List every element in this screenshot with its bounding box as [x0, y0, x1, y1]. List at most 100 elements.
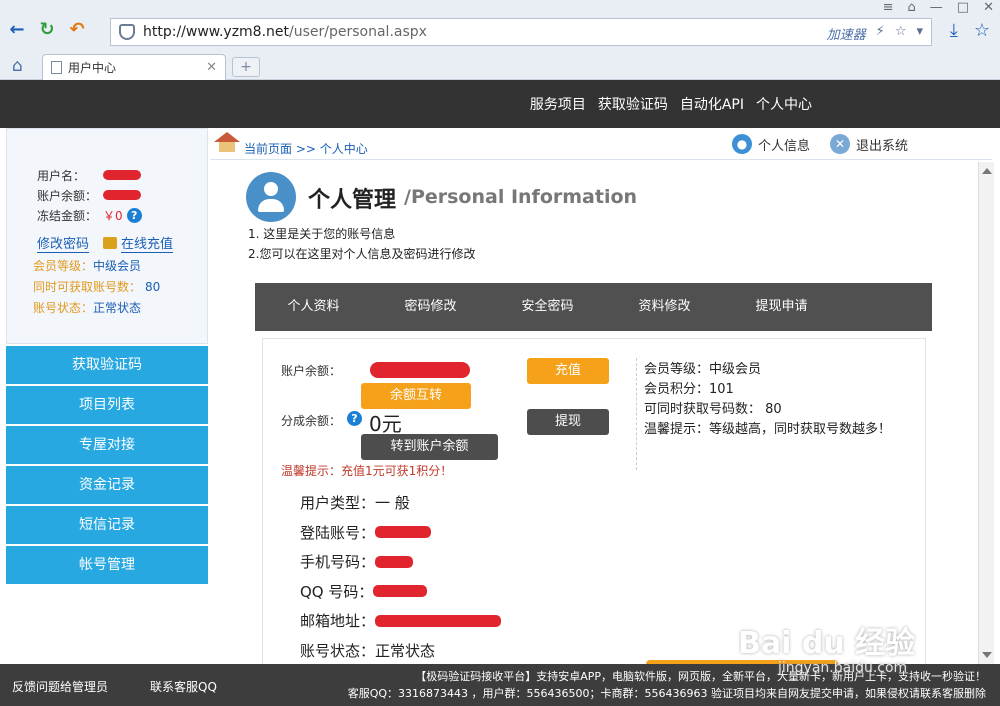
- undo-icon[interactable]: ↶: [66, 18, 88, 40]
- detail-qq: QQ 号码：: [300, 577, 501, 607]
- coin-icon: [103, 237, 118, 249]
- member-level-text: 会员等级：中级会员: [644, 362, 762, 377]
- recharge-link-wrap: 在线充值: [103, 233, 174, 253]
- personal-info-button[interactable]: ● 个人信息: [731, 134, 810, 154]
- tab-profile[interactable]: 个人资料: [255, 283, 372, 331]
- star-outline-icon[interactable]: ☆: [895, 24, 907, 43]
- username-row: 用户名：: [37, 165, 207, 185]
- main-nav: 服务项目 获取验证码 自动化API 个人中心: [530, 94, 812, 114]
- detail-email: 邮箱地址：: [300, 606, 502, 636]
- sidebar: 用户名： 账户余额： 冻结金额： ￥0 ? 修改密码 在线充值 会员等级： 中级…: [6, 128, 208, 586]
- scroll-up-icon[interactable]: [982, 168, 992, 174]
- download-icon[interactable]: ⤓: [950, 20, 958, 41]
- scrollbar[interactable]: [978, 162, 994, 664]
- username-redaction: [103, 170, 141, 180]
- status-value: 正常状态: [93, 301, 142, 315]
- concurrent-numbers-text: 可同时获取号码数： 80: [644, 402, 782, 417]
- new-tab-button[interactable]: +: [232, 57, 260, 77]
- url-path: /user/personal.aspx: [289, 24, 427, 40]
- sidebar-item-funds[interactable]: 资金记录: [6, 466, 208, 504]
- baidu-watermark: Bai du 经验 jingyan.baidu.com: [738, 618, 948, 688]
- transfer-balance-button[interactable]: 余额互转: [361, 383, 471, 409]
- top-tools: ● 个人信息 ✕ 退出系统: [731, 134, 908, 154]
- nav-services[interactable]: 服务项目: [530, 94, 586, 114]
- page-title: 个人管理: [308, 188, 397, 213]
- nav-get-code[interactable]: 获取验证码: [598, 94, 668, 114]
- page-subtitle: /Personal Information: [404, 186, 638, 208]
- status-row: 账号状态： 正常状态: [33, 297, 207, 318]
- balance-row: 账户余额：: [37, 185, 207, 205]
- user-links: 修改密码 在线充值: [37, 231, 207, 255]
- intro-text: 1. 这里是关于您的账号信息 2.您可以在这里对个人信息及密码进行修改: [248, 224, 475, 264]
- breadcrumb-bar: 当前页面 >> 个人中心 ● 个人信息 ✕ 退出系统: [210, 128, 992, 160]
- status-label: 账号状态：: [33, 301, 94, 315]
- close-window-icon[interactable]: ✕: [983, 0, 994, 15]
- page-icon: [51, 61, 62, 74]
- tab-password[interactable]: 密码修改: [372, 283, 489, 331]
- share-balance-label: 分成余额：: [281, 414, 342, 428]
- email-redaction: [375, 614, 502, 627]
- sidebar-item-sms[interactable]: 短信记录: [6, 506, 208, 544]
- nav-buttons: ← ↻ ↶: [6, 18, 88, 40]
- address-right-tools: 加速器 ⚡ ☆ ▾: [827, 24, 923, 43]
- accelerator-button[interactable]: 加速器: [827, 24, 866, 43]
- share-help-icon[interactable]: ?: [347, 411, 362, 426]
- tab-edit-info[interactable]: 资料修改: [606, 283, 723, 331]
- sidebar-item-account[interactable]: 帐号管理: [6, 546, 208, 584]
- url-host: http://www.yzm8.net: [143, 24, 290, 40]
- back-arrow-icon[interactable]: ←: [6, 18, 28, 40]
- tab-withdraw-request[interactable]: 提现申请: [723, 283, 840, 331]
- window-controls: ≡ ⌂ — □ ✕: [883, 0, 994, 15]
- user-type-label: 用户类型：: [300, 494, 376, 513]
- email-label: 邮箱地址：: [300, 612, 376, 631]
- share-balance-value: 0元: [369, 412, 402, 436]
- change-password-link[interactable]: 修改密码: [37, 233, 90, 253]
- dropdown-icon[interactable]: ▾: [916, 24, 923, 43]
- tab-security-password[interactable]: 安全密码: [489, 283, 606, 331]
- toolbar-right-icons: ⤓ ☆: [950, 20, 990, 41]
- menu-icon[interactable]: ≡: [883, 0, 894, 15]
- recharge-button[interactable]: 充值: [527, 358, 609, 384]
- tab-close-icon[interactable]: ✕: [206, 60, 217, 75]
- user-avatar-icon: [246, 172, 296, 222]
- browser-tab[interactable]: 用户中心 ✕: [42, 54, 226, 80]
- scroll-down-icon[interactable]: [982, 652, 992, 658]
- minimize-icon[interactable]: —: [930, 0, 943, 15]
- skin-icon[interactable]: ⌂: [908, 0, 916, 15]
- logout-button[interactable]: ✕ 退出系统: [829, 134, 908, 154]
- intro-line-1: 1. 这里是关于您的账号信息: [248, 227, 396, 241]
- to-account-balance-button[interactable]: 转到账户余额: [361, 434, 498, 460]
- maximize-icon[interactable]: □: [957, 0, 969, 15]
- sidebar-item-projects[interactable]: 项目列表: [6, 386, 208, 424]
- refresh-icon[interactable]: ↻: [36, 18, 58, 40]
- contact-qq-link[interactable]: 联系客服QQ: [150, 678, 217, 695]
- phone-redaction: [375, 555, 414, 568]
- footer-links: 反馈问题给管理员 联系客服QQ: [12, 678, 217, 695]
- frozen-value: ￥0: [103, 208, 123, 223]
- sidebar-menu: 获取验证码 项目列表 专屋对接 资金记录 短信记录 帐号管理: [6, 346, 208, 584]
- breadcrumb[interactable]: 当前页面 >> 个人中心: [244, 140, 368, 157]
- help-icon[interactable]: ?: [126, 207, 142, 223]
- home-icon[interactable]: ⌂: [12, 56, 23, 76]
- nav-personal-center[interactable]: 个人中心: [756, 94, 812, 114]
- intro-line-2: 2.您可以在这里对个人信息及密码进行修改: [248, 247, 476, 261]
- level-row: 会员等级： 中级会员: [33, 255, 207, 276]
- detail-login: 登陆账号：: [300, 518, 501, 548]
- feedback-link[interactable]: 反馈问题给管理员: [12, 678, 108, 695]
- sidebar-item-get-code[interactable]: 获取验证码: [6, 346, 208, 384]
- qq-redaction: [373, 585, 428, 598]
- nav-api[interactable]: 自动化API: [680, 94, 744, 114]
- member-tip-text: 温馨提示：等级越高，同时获取号数越多！: [644, 422, 892, 437]
- sidebar-item-dedicated[interactable]: 专屋对接: [6, 426, 208, 464]
- balance-redaction: [103, 190, 141, 200]
- lightning-icon[interactable]: ⚡: [876, 24, 885, 43]
- personal-info-label: 个人信息: [757, 138, 810, 154]
- frozen-label: 冻结金额：: [37, 208, 98, 223]
- account-balance-redaction: [370, 362, 470, 378]
- withdraw-button[interactable]: 提现: [527, 409, 609, 435]
- online-recharge-link[interactable]: 在线充值: [121, 233, 174, 253]
- phone-label: 手机号码：: [300, 553, 376, 572]
- address-bar[interactable]: http://www.yzm8.net/user/personal.aspx 加…: [110, 18, 932, 46]
- favorites-star-icon[interactable]: ☆: [974, 20, 990, 41]
- logout-label: 退出系统: [855, 138, 908, 154]
